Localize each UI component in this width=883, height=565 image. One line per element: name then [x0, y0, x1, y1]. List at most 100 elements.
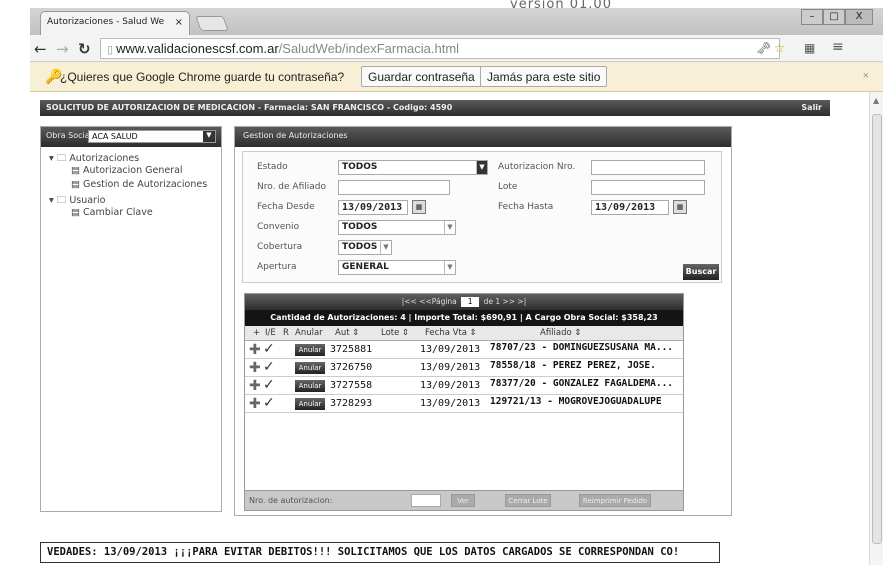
fecha-desde-input[interactable]: 13/09/2013 — [338, 200, 408, 215]
tree-item-label: Autorizacion General — [83, 165, 183, 176]
table-row[interactable]: ✚ ✓ Anular 3727558 13/09/2013 78377/20 - GONZ… — [245, 377, 683, 395]
cobertura-label: Cobertura — [257, 242, 303, 252]
estado-select[interactable]: TODOS ▼ — [338, 160, 488, 175]
calendar-icon[interactable]: ▦ — [673, 200, 687, 214]
apertura-value: GENERAL — [342, 262, 389, 272]
cobertura-value: TODOS — [342, 242, 378, 252]
footer-autorizacion-input[interactable] — [411, 494, 441, 507]
col-anular: Anular — [295, 328, 323, 338]
cell-fecha: 13/09/2013 — [420, 398, 481, 409]
reload-icon[interactable]: ↻ — [78, 40, 91, 58]
infobar-close-icon[interactable]: × — [863, 70, 869, 82]
scroll-up-icon[interactable]: ▲ — [873, 96, 879, 105]
fecha-hasta-input[interactable]: 13/09/2013 — [591, 200, 669, 215]
col-afiliado[interactable]: Afiliado ⇕ — [540, 328, 582, 338]
nro-afiliado-input[interactable] — [338, 180, 450, 195]
cell-fecha: 13/09/2013 — [420, 344, 481, 355]
reimprimir-button[interactable]: Reimprimir Pedido — [579, 494, 651, 507]
tab-title: Autorizaciones - Salud We — [47, 17, 165, 27]
folder-icon: ▾ 🗀 — [49, 195, 70, 206]
extension-icon[interactable]: ▦ — [804, 41, 815, 55]
back-arrow-icon[interactable]: ← — [34, 40, 47, 58]
panel-title: Gestion de Autorizaciones — [235, 127, 731, 147]
calendar-icon[interactable]: ▦ — [412, 200, 426, 214]
minimize-button[interactable]: – — [801, 9, 823, 25]
pager-prev[interactable]: |<< <<Página — [402, 297, 457, 306]
cobertura-select[interactable]: TODOS ▼ — [338, 240, 392, 255]
col-lote[interactable]: Lote ⇕ — [381, 328, 409, 338]
tree-item-cambiar-clave[interactable]: ▤ Cambiar Clave — [45, 207, 217, 221]
anular-button[interactable]: Anular — [295, 344, 325, 356]
pager-next[interactable]: de 1 >> >| — [484, 297, 527, 306]
tree-item-label: Usuario — [69, 195, 106, 206]
obra-social-select[interactable]: ACA SALUD ▼ — [88, 130, 216, 143]
convenio-value: TODOS — [342, 222, 378, 232]
tree-item-gestion-autorizaciones[interactable]: ▤ Gestion de Autorizaciones — [45, 179, 217, 193]
tree-item-autorizacion-general[interactable]: ▤ Autorizacion General — [45, 165, 217, 179]
apertura-select[interactable]: GENERAL ▼ — [338, 260, 456, 275]
table-row[interactable]: ✚ ✓ Anular 3728293 13/09/2013 129721/13 - MOG… — [245, 395, 683, 413]
logout-link[interactable]: Salir — [801, 103, 822, 112]
browser-tabbar: Autorizaciones - Salud We × – □ X — [30, 8, 883, 35]
autorizacion-nro-input[interactable] — [591, 160, 705, 175]
bookmark-star-icon[interactable]: ☆ — [774, 41, 785, 55]
obra-social-value: ACA SALUD — [92, 132, 138, 141]
checkmark-icon: ✓ — [263, 341, 275, 357]
footer-label: Nro. de autorizacion: — [249, 496, 333, 505]
convenio-label: Convenio — [257, 222, 300, 232]
table-row[interactable]: ✚ ✓ Anular 3726750 13/09/2013 78558/18 - PERE… — [245, 359, 683, 377]
chevron-down-icon: ▼ — [444, 221, 455, 234]
expand-plus-icon[interactable]: ✚ — [249, 360, 261, 376]
cell-fecha: 13/09/2013 — [420, 380, 481, 391]
filter-form: Estado TODOS ▼ Autorizacion Nro. Nro. de … — [242, 151, 722, 283]
col-plus: + — [253, 328, 261, 338]
convenio-select[interactable]: TODOS ▼ — [338, 220, 456, 235]
chevron-down-icon: ▼ — [476, 161, 487, 174]
tab-close-icon[interactable]: × — [175, 17, 183, 28]
forward-arrow-icon[interactable]: → — [56, 40, 69, 58]
scrollbar-thumb[interactable] — [872, 114, 882, 544]
infobar-question: ¿Quieres que Google Chrome guarde tu con… — [60, 70, 345, 84]
cell-aut: 3728293 — [330, 398, 373, 409]
address-bar[interactable]: ▯ www.validacionescsf.com.ar/SaludWeb/in… — [100, 38, 780, 59]
col-ie: I/E — [265, 328, 276, 338]
anular-button[interactable]: Anular — [295, 380, 325, 392]
anular-button[interactable]: Anular — [295, 398, 325, 410]
tree-item-usuario[interactable]: ▾ 🗀 Usuario — [45, 193, 217, 207]
col-fecha[interactable]: Fecha Vta ⇕ — [425, 328, 477, 338]
col-r: R — [283, 328, 289, 338]
lote-input[interactable] — [591, 180, 705, 195]
password-key-icon[interactable]: 🗝 — [756, 41, 771, 55]
apertura-label: Apertura — [257, 262, 297, 272]
news-ticker: VEDADES: 13/09/2013 ¡¡¡PARA EVITAR DEBIT… — [40, 542, 720, 563]
cerrar-lote-button[interactable]: Cerrar Lote — [505, 494, 551, 507]
menu-icon[interactable]: ≡ — [832, 39, 844, 55]
expand-plus-icon[interactable]: ✚ — [249, 378, 261, 394]
estado-label: Estado — [257, 162, 288, 172]
nro-afiliado-label: Nro. de Afiliado — [257, 182, 326, 192]
expand-plus-icon[interactable]: ✚ — [249, 342, 261, 358]
browser-tab[interactable]: Autorizaciones - Salud We × — [40, 11, 190, 35]
close-window-button[interactable]: X — [845, 9, 873, 25]
tree-item-autorizaciones[interactable]: ▾ 🗀 Autorizaciones — [45, 151, 217, 165]
page-scrollbar[interactable]: ▲ — [869, 92, 883, 565]
col-aut[interactable]: Aut ⇕ — [335, 328, 359, 338]
checkmark-icon: ✓ — [263, 377, 275, 393]
tree-item-label: Autorizaciones — [69, 153, 140, 164]
never-save-button[interactable]: Jamás para este sitio — [480, 66, 608, 87]
expand-plus-icon[interactable]: ✚ — [249, 396, 261, 412]
ver-button[interactable]: Ver — [451, 494, 475, 507]
page-number-input[interactable]: 1 — [461, 297, 480, 307]
sidebar-tree: ▾ 🗀 Autorizaciones ▤ Autorizacion Genera… — [41, 147, 221, 225]
new-tab-button[interactable] — [195, 16, 229, 31]
save-password-button[interactable]: Guardar contraseña — [361, 66, 482, 87]
chevron-down-icon: ▼ — [380, 241, 391, 254]
anular-button[interactable]: Anular — [295, 362, 325, 374]
cell-afiliado: 129721/13 - MOGROVEJOGUADALUPE — [490, 396, 662, 407]
cell-afiliado: 78558/18 - PEREZ PEREZ, JOSE. — [490, 360, 656, 371]
maximize-button[interactable]: □ — [823, 9, 845, 25]
buscar-button[interactable]: Buscar — [683, 264, 719, 280]
results-grid: |<< <<Página 1 de 1 >> >| Cantidad de Au… — [244, 293, 684, 511]
table-row[interactable]: ✚ ✓ Anular 3725881 13/09/2013 78707/23 - DOMI… — [245, 341, 683, 359]
grid-summary: Cantidad de Autorizaciones: 4 | Importe … — [245, 310, 683, 326]
